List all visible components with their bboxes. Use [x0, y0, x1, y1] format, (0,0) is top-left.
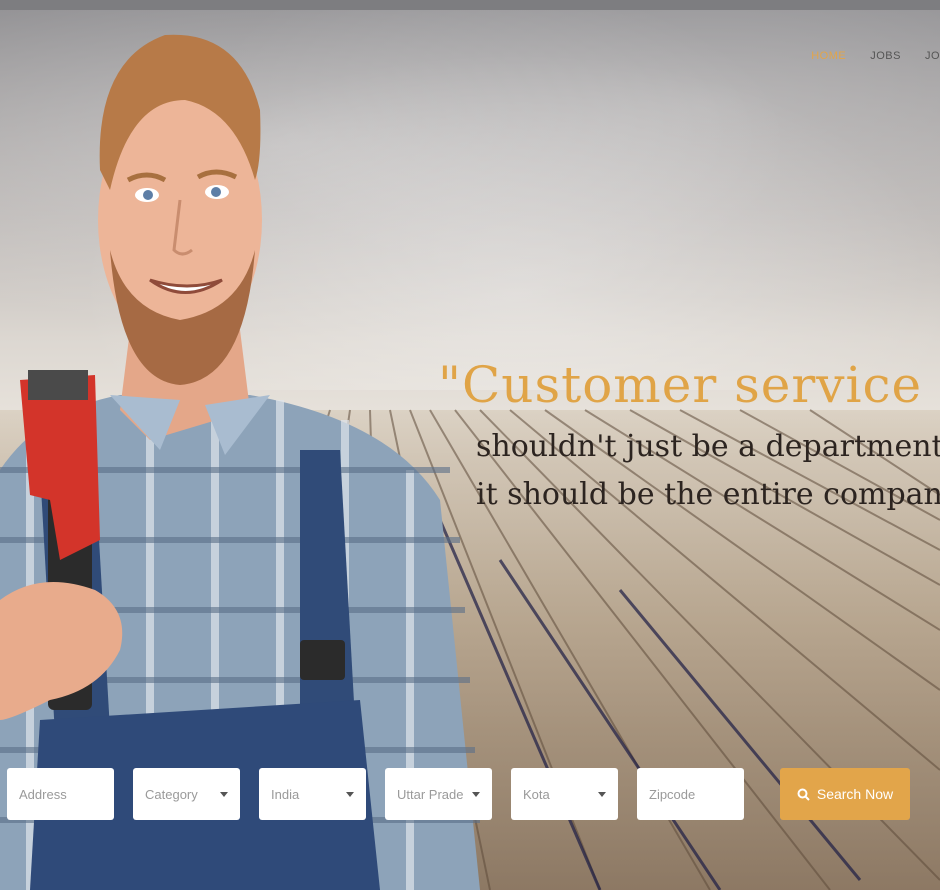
city-select[interactable]: Kota	[511, 768, 618, 820]
city-value: Kota	[523, 786, 550, 802]
state-select[interactable]: Uttar Prade	[385, 768, 492, 820]
quote-headline: "Customer service	[438, 356, 923, 414]
nav-home[interactable]: HOME	[811, 50, 846, 62]
chevron-down-icon	[472, 791, 480, 797]
chevron-down-icon	[220, 791, 228, 797]
state-value: Uttar Prade	[397, 786, 464, 802]
job-search-bar: Address Category India Uttar Prade Kota …	[7, 768, 910, 820]
search-icon	[797, 788, 810, 801]
zipcode-input[interactable]: Zipcode	[637, 768, 744, 820]
nav-jobs[interactable]: JOBS	[870, 50, 901, 62]
main-nav: HOME JOBS JO	[811, 50, 940, 62]
category-value: Category	[145, 786, 198, 802]
country-select[interactable]: India	[259, 768, 366, 820]
search-now-label: Search Now	[816, 786, 894, 802]
hero-quote: "Customer service shouldn't just be a de…	[438, 355, 940, 519]
nav-jo-truncated[interactable]: JO	[925, 50, 940, 62]
category-select[interactable]: Category	[133, 768, 240, 820]
zipcode-placeholder: Zipcode	[649, 786, 696, 802]
chevron-down-icon	[346, 791, 354, 797]
country-value: India	[271, 786, 300, 802]
quote-line-2: shouldn't just be a department,	[476, 429, 940, 464]
hero-banner: HOME JOBS JO "Customer service shouldn't…	[0, 0, 940, 890]
address-input[interactable]: Address	[7, 768, 114, 820]
chevron-down-icon	[598, 791, 606, 797]
address-placeholder: Address	[19, 786, 67, 802]
quote-line-3: it should be the entire company."	[476, 477, 940, 512]
search-now-button[interactable]: Search Now	[780, 768, 910, 820]
